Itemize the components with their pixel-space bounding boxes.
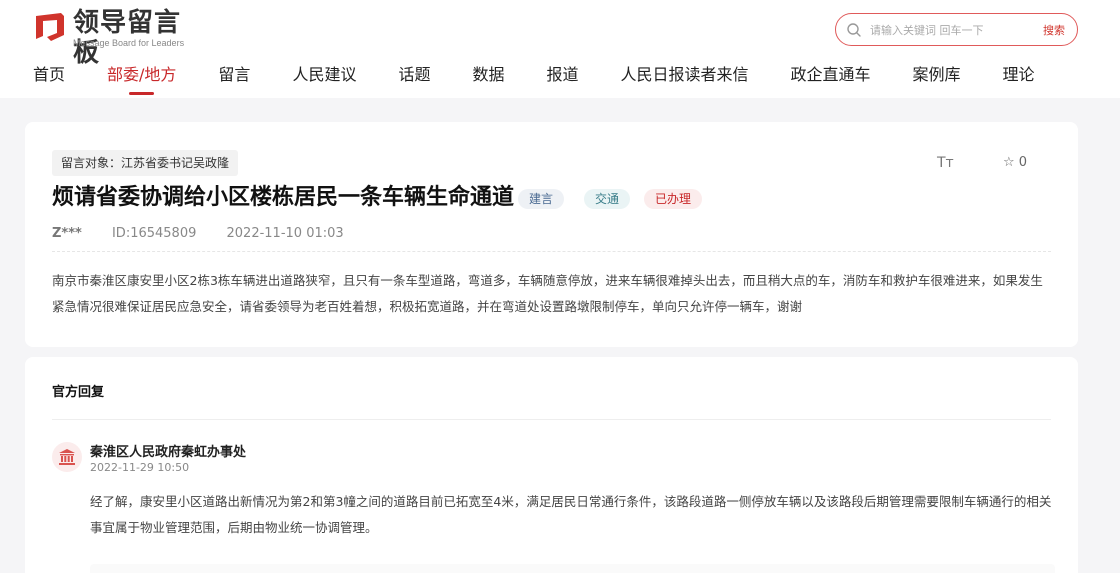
message-title: 烦请省委协调给小区楼栋居民一条车辆生命通道 bbox=[52, 185, 515, 210]
reply-heading: 官方回复 bbox=[52, 385, 105, 400]
star-icon: ☆ bbox=[1003, 155, 1015, 170]
nav-item-reader-letters[interactable]: 人民日报读者来信 bbox=[621, 62, 749, 94]
search-icon bbox=[847, 23, 861, 37]
message-card: 留言对象：江苏省委书记吴政隆 Tт ☆ 0 烦请省委协调给小区楼栋居民一条车辆生… bbox=[25, 122, 1078, 347]
message-author: Z*** bbox=[52, 226, 82, 241]
message-target: 留言对象：江苏省委书记吴政隆 bbox=[52, 150, 239, 176]
nav-item-people-suggestions[interactable]: 人民建议 bbox=[292, 62, 356, 94]
reply-time: 2022-11-29 10:50 bbox=[90, 461, 190, 474]
nav-item-data[interactable]: 数据 bbox=[472, 62, 504, 94]
avatar bbox=[52, 442, 82, 472]
site-header: 领导留言板 Message Board for Leaders 搜索 首页 部委… bbox=[0, 0, 1120, 98]
nav-item-home[interactable]: 首页 bbox=[33, 62, 65, 94]
favorite-button[interactable]: ☆ 0 bbox=[1003, 155, 1027, 170]
nav-item-enterprise[interactable]: 政企直通车 bbox=[791, 62, 871, 94]
nav-item-messages[interactable]: 留言 bbox=[218, 62, 250, 94]
nav-item-theory[interactable]: 理论 bbox=[1003, 62, 1035, 94]
reply-footer-panel bbox=[90, 564, 1055, 573]
message-meta: Z*** ID:16545809 2022-11-10 01:03 bbox=[52, 226, 370, 241]
logo-subtitle: Message Board for Leaders bbox=[73, 38, 185, 48]
favorite-count: 0 bbox=[1018, 155, 1028, 170]
search-button[interactable]: 搜索 bbox=[1043, 22, 1065, 38]
nav-item-cases[interactable]: 案例库 bbox=[913, 62, 961, 94]
divider bbox=[52, 419, 1051, 420]
logo-mark-icon bbox=[36, 13, 64, 41]
tag-suggestion[interactable]: 建言 bbox=[518, 189, 565, 209]
message-time: 2022-11-10 01:03 bbox=[226, 226, 344, 241]
message-content: 南京市秦淮区康安里小区2栋3栋车辆进出道路狭窄，且只有一条车型道路，弯道多，车辆… bbox=[52, 273, 1043, 314]
nav-item-topics[interactable]: 话题 bbox=[398, 62, 430, 94]
status-badge: 已办理 bbox=[644, 189, 703, 209]
government-building-icon bbox=[59, 449, 75, 465]
reply-organization: 秦淮区人民政府秦虹办事处 bbox=[90, 445, 247, 460]
search-box: 搜索 bbox=[835, 13, 1078, 46]
nav-item-ministries-local[interactable]: 部委/地方 bbox=[107, 62, 176, 95]
reply-content: 经了解，康安里小区道路出新情况为第2和第3幢之间的道路目前已拓宽至4米，满足居民… bbox=[90, 494, 1052, 535]
message-id: ID:16545809 bbox=[111, 226, 197, 241]
nav-item-reports[interactable]: 报道 bbox=[546, 62, 578, 94]
search-input[interactable] bbox=[870, 20, 1030, 40]
site-logo[interactable]: 领导留言板 Message Board for Leaders bbox=[33, 8, 203, 68]
font-size-icon[interactable]: Tт bbox=[937, 155, 954, 171]
reply-card: 官方回复 秦淮区人民政府秦虹办事处 2022-11-29 10:50 经了解，康… bbox=[25, 357, 1078, 573]
tag-traffic[interactable]: 交通 bbox=[584, 189, 631, 209]
divider bbox=[52, 251, 1051, 252]
main-nav: 首页 部委/地方 留言 人民建议 话题 数据 报道 人民日报读者来信 政企直通车… bbox=[33, 62, 1077, 98]
